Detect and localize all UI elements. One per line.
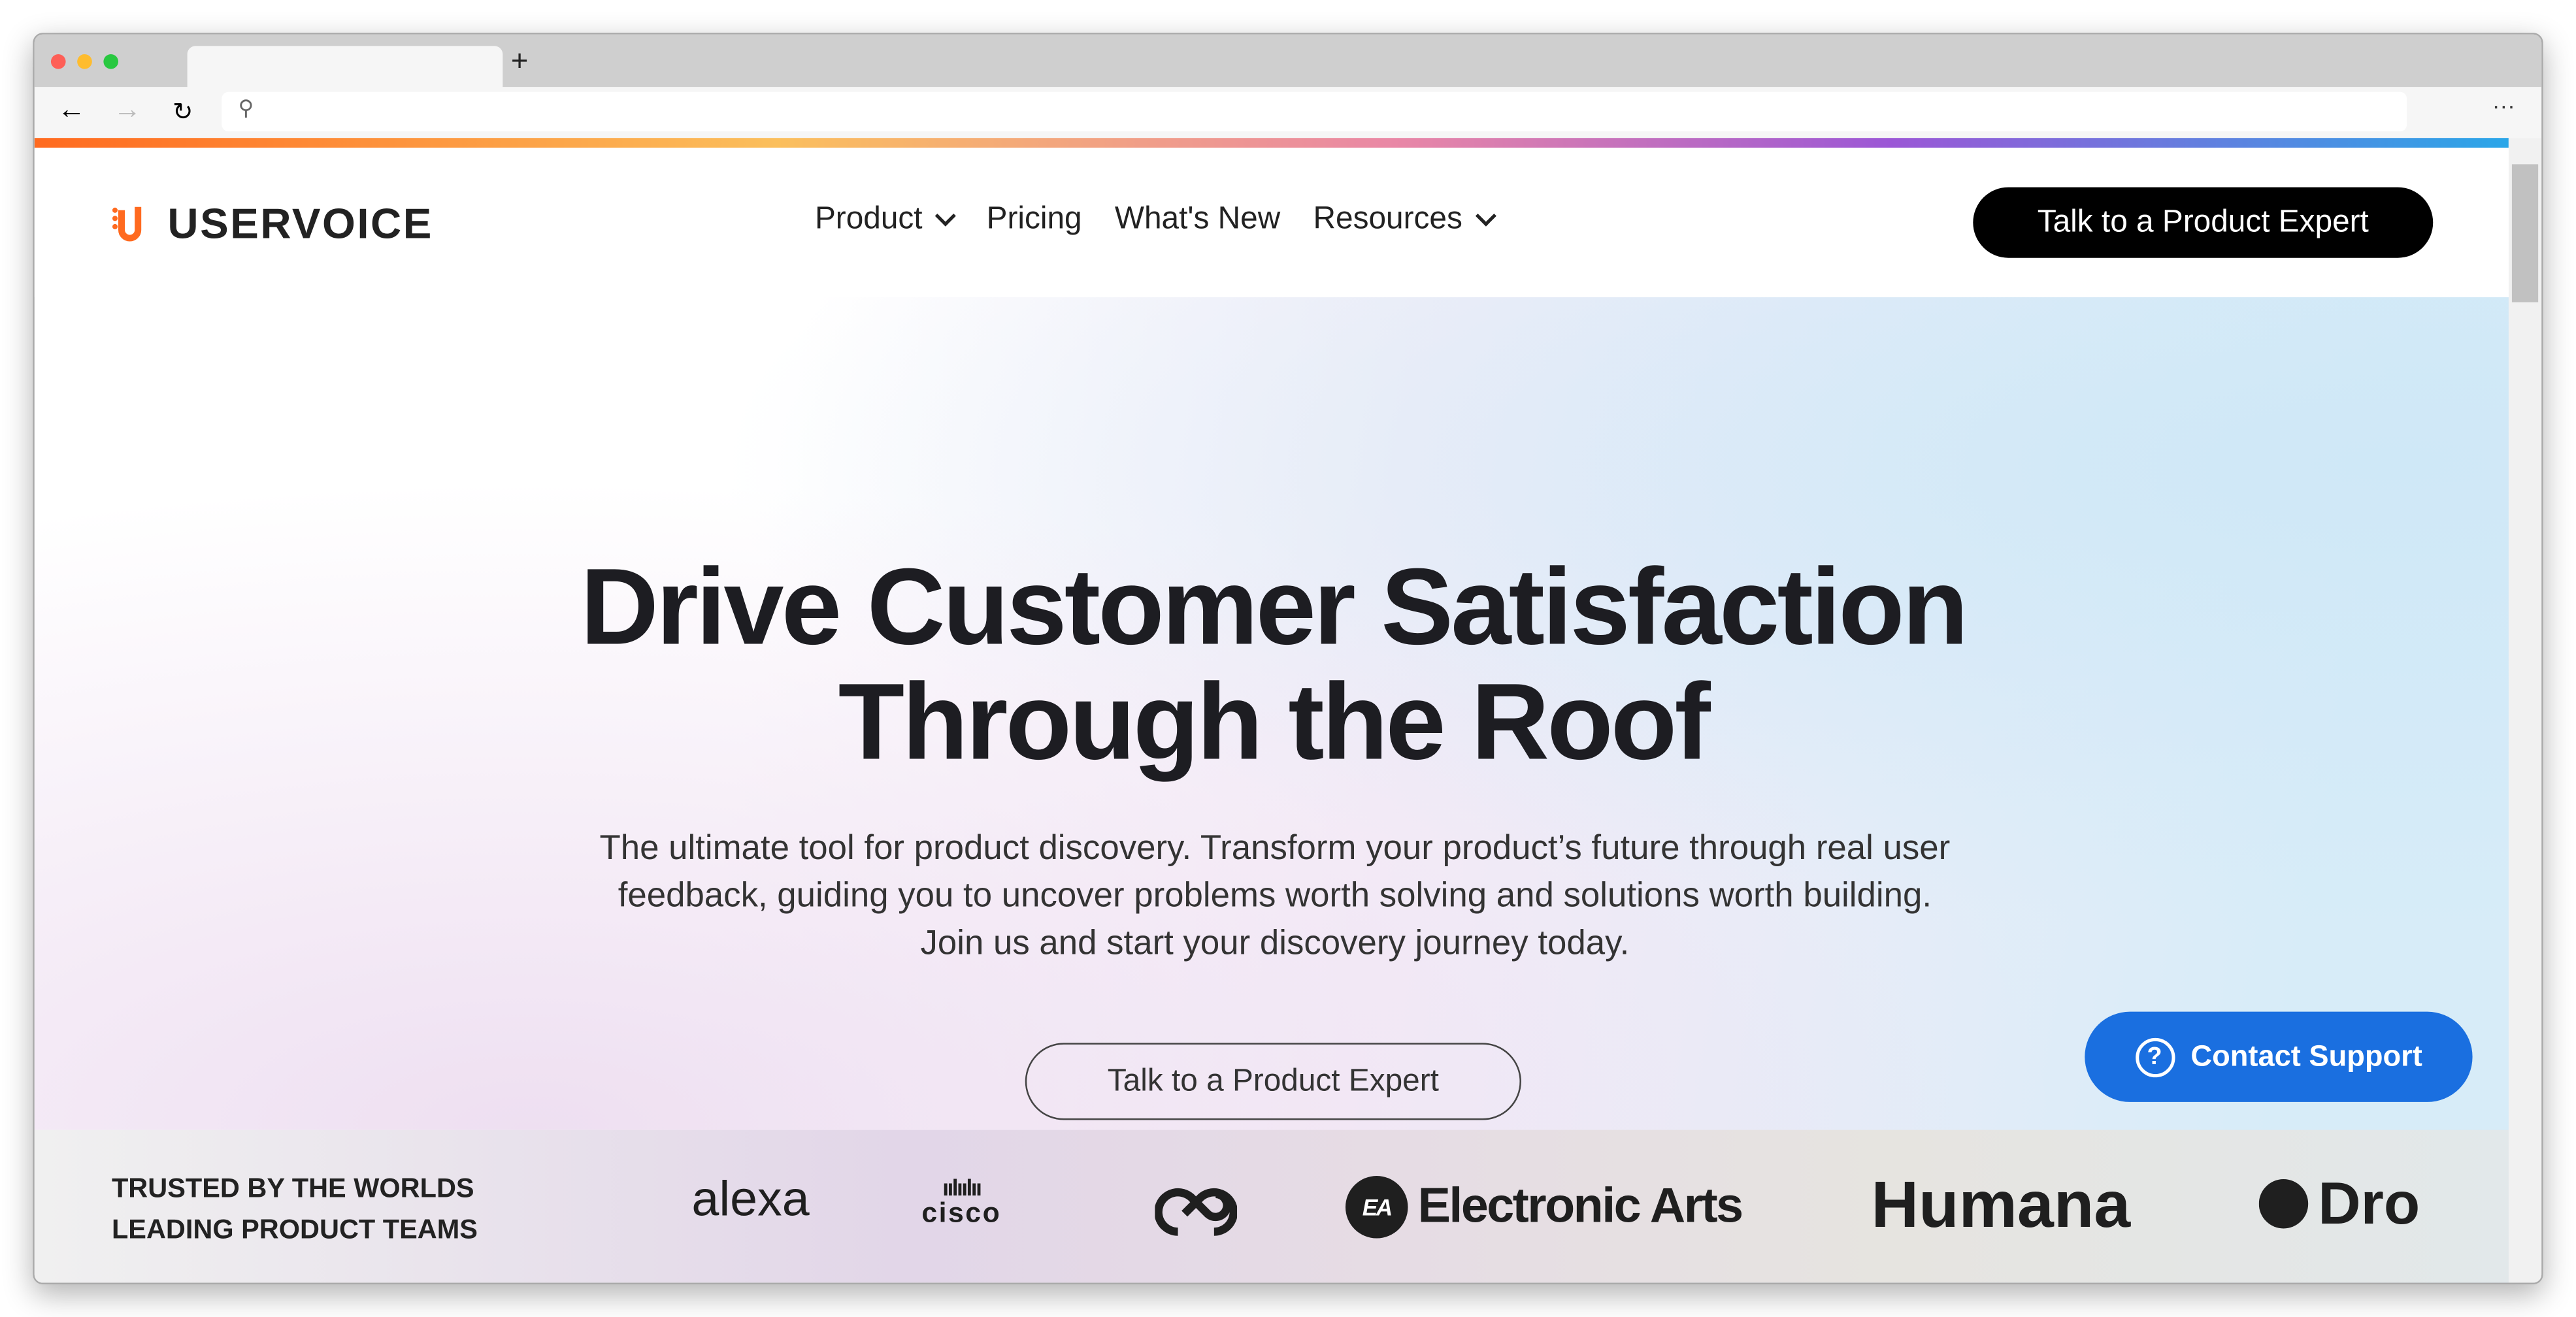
address-bar[interactable]: ⚲ — [222, 91, 2407, 132]
hero-title: Drive Customer Satisfaction Through the R… — [580, 545, 1968, 782]
scrollbar[interactable] — [2508, 138, 2542, 1283]
brand-gradient-bar — [34, 138, 2509, 148]
ea-icon: EA — [1345, 1176, 1408, 1239]
nav-pricing[interactable]: Pricing — [987, 202, 1082, 238]
talk-to-expert-hero-button[interactable]: Talk to a Product Expert — [1025, 1043, 1521, 1120]
uservoice-logo-icon — [112, 206, 142, 241]
logo-dropbox-partial: Dro — [2258, 1169, 2433, 1239]
logo-humana: Humana — [1871, 1169, 2131, 1242]
pie-icon — [2258, 1179, 2309, 1229]
logo[interactable]: USERVOICE — [112, 199, 433, 250]
scrollbar-thumb[interactable] — [2511, 164, 2539, 302]
minimize-window-icon[interactable] — [77, 54, 92, 69]
forward-icon[interactable]: → — [113, 93, 141, 126]
logo-cisco: ıılıılıı cisco — [921, 1174, 1002, 1229]
page: USERVOICE Product Pricing What's New Res… — [34, 148, 2512, 1283]
maximize-window-icon[interactable] — [103, 54, 119, 69]
logo-alexa: alexa — [691, 1172, 810, 1227]
back-icon[interactable]: ← — [58, 93, 86, 126]
chevron-down-icon — [936, 204, 957, 226]
logo-text: USERVOICE — [167, 199, 433, 248]
logo-electronic-arts: EA Electronic Arts — [1345, 1176, 1743, 1239]
nav-whats-new[interactable]: What's New — [1115, 202, 1280, 238]
nav-resources[interactable]: Resources — [1313, 202, 1497, 238]
creative-cloud-icon — [1155, 1188, 1238, 1236]
logo-creative-cloud — [1155, 1176, 1238, 1239]
more-icon[interactable]: ··· — [2492, 92, 2515, 118]
browser-window: + ← → ↻ ⚲ ··· USERVOICE Product Pricing … — [33, 33, 2543, 1284]
tab-bar: + — [34, 34, 2542, 89]
trusted-label: TRUSTED BY THE WORLDS LEADING PRODUCT TEA… — [111, 1174, 478, 1245]
help-icon: ? — [2134, 1037, 2175, 1077]
reload-icon[interactable]: ↻ — [173, 97, 193, 127]
new-tab-button[interactable]: + — [511, 44, 528, 79]
browser-tab[interactable] — [187, 46, 503, 89]
talk-to-expert-header-button[interactable]: Talk to a Product Expert — [1973, 187, 2434, 258]
site-header: USERVOICE Product Pricing What's New Res… — [34, 148, 2512, 298]
nav-product[interactable]: Product — [815, 202, 957, 238]
contact-support-button[interactable]: ? Contact Support — [2085, 1011, 2473, 1102]
hero-subtitle: The ultimate tool for product discovery.… — [599, 829, 1951, 963]
trusted-logos-band: TRUSTED BY THE WORLDS LEADING PRODUCT TEA… — [34, 1130, 2512, 1283]
browser-toolbar: ← → ↻ ⚲ ··· — [34, 87, 2542, 138]
search-icon: ⚲ — [238, 95, 254, 120]
close-window-icon[interactable] — [50, 54, 66, 69]
chevron-down-icon — [1476, 204, 1497, 226]
